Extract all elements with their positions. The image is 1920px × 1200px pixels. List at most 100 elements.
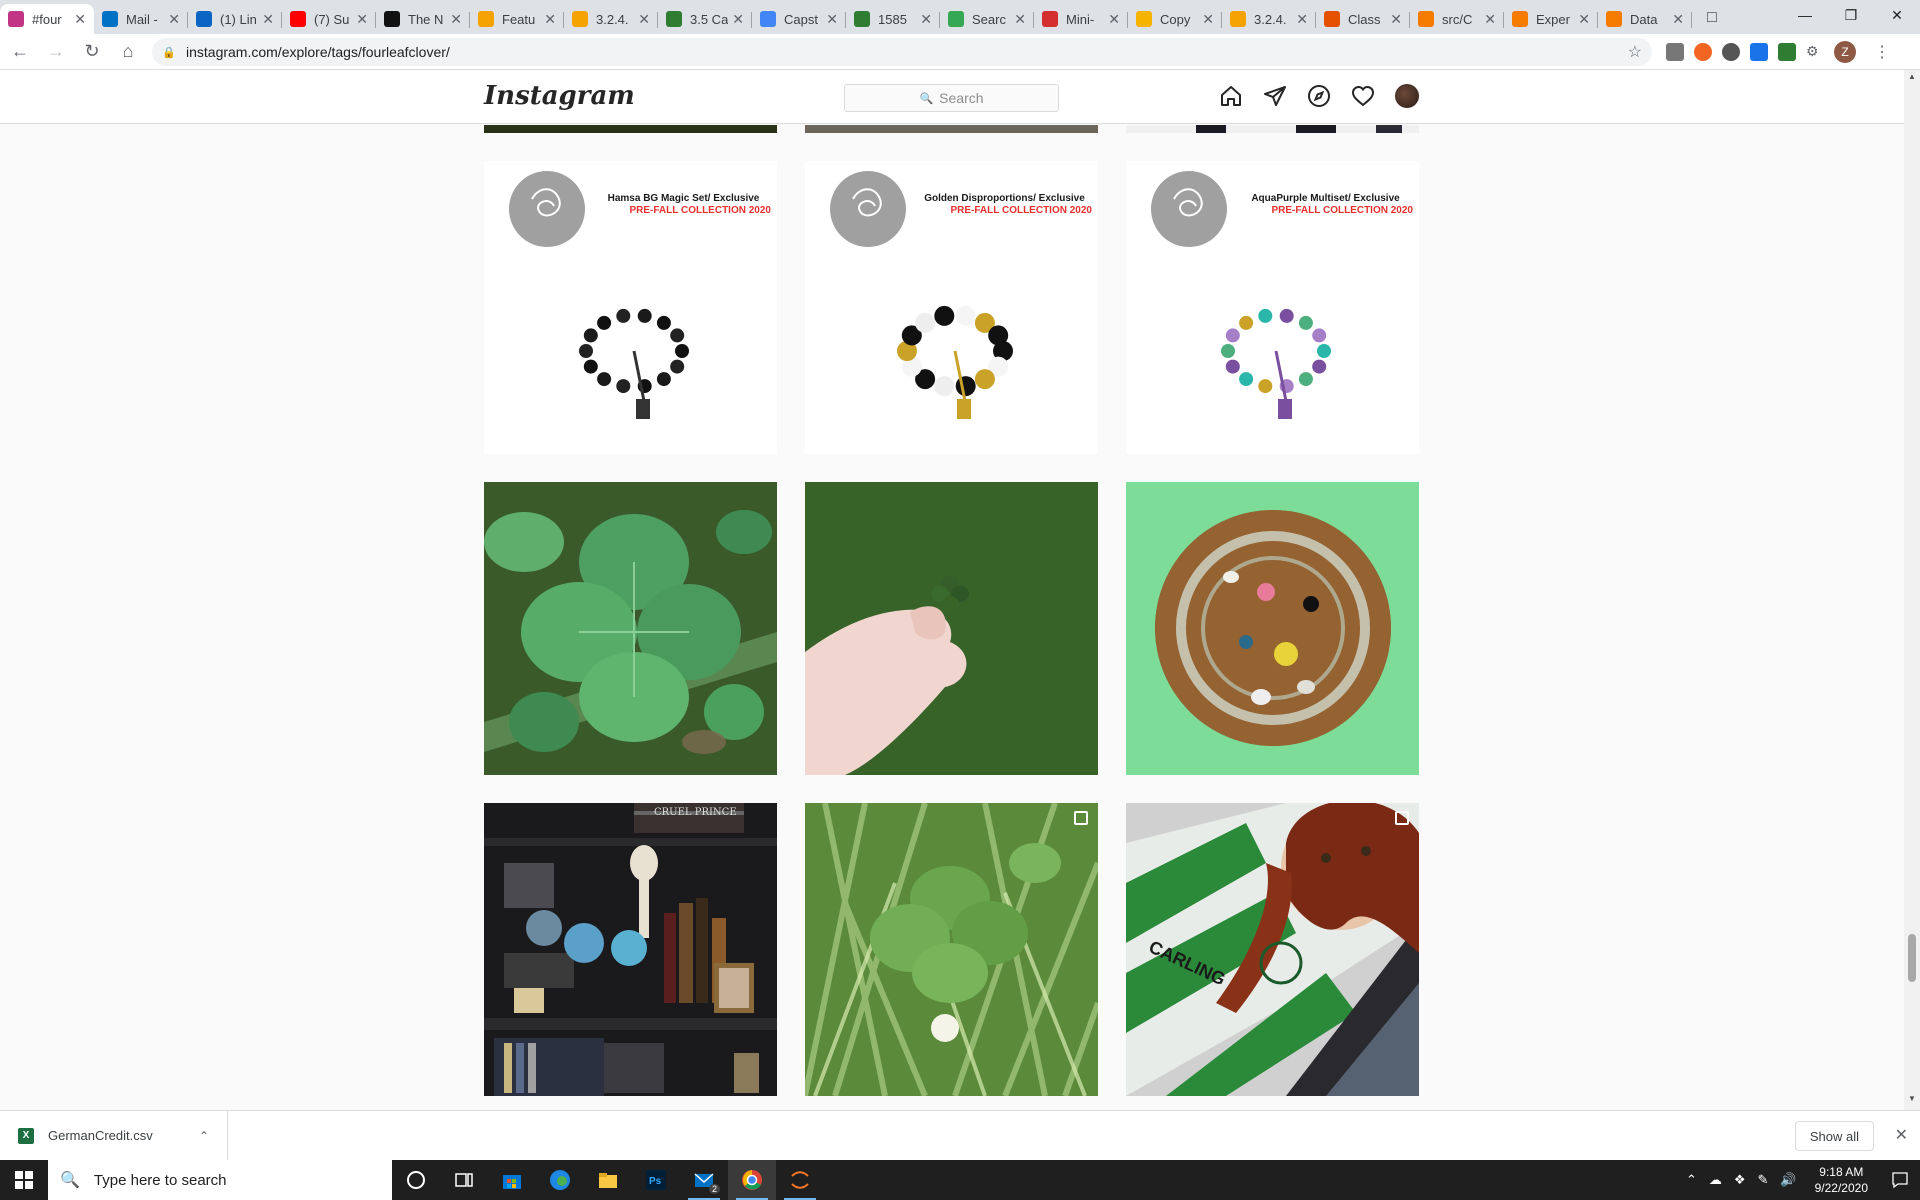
post-tile-partial[interactable] [1126,125,1419,133]
scrollbar-thumb[interactable] [1908,934,1916,982]
browser-tab[interactable]: 3.5 Ca ✕ [658,4,752,34]
explore-compass-icon[interactable] [1307,84,1331,108]
extension-g-icon[interactable] [1666,42,1684,61]
maximize-button[interactable]: ❐ [1828,0,1874,30]
photoshop-icon[interactable]: Ps [632,1160,680,1200]
browser-tab[interactable]: Mini- ✕ [1034,4,1128,34]
tab-close-icon[interactable]: ✕ [1202,11,1214,28]
browser-tab[interactable]: Featu ✕ [470,4,564,34]
cortana-icon[interactable] [392,1160,440,1200]
profile-avatar-icon[interactable] [1395,84,1419,108]
pen-icon[interactable]: ✎ [1758,1172,1769,1188]
tab-close-icon[interactable]: ✕ [1672,11,1684,28]
post-tile[interactable]: Hamsa BG Magic Set/ Exclusive PRE-FALL CO… [484,161,777,454]
browser-tab[interactable]: Exper ✕ [1504,4,1598,34]
browser-tab[interactable]: Capst ✕ [752,4,846,34]
tab-close-icon[interactable]: ✕ [1390,11,1402,28]
post-tile[interactable]: Golden Disproportions/ Exclusive PRE-FALL… [805,161,1098,454]
notifications-icon[interactable] [1880,1160,1920,1200]
tab-favicon-icon [102,11,118,27]
tab-close-icon[interactable]: ✕ [1108,11,1120,28]
browser-tab[interactable]: #four ✕ [0,4,94,34]
browser-tab[interactable]: 3.2.4. ✕ [1222,4,1316,34]
reload-button[interactable]: ↻ [76,36,108,68]
tab-close-icon[interactable]: ✕ [1296,11,1308,28]
direct-message-icon[interactable] [1263,84,1287,108]
browser-tab[interactable]: (7) Su ✕ [282,4,376,34]
onedrive-icon[interactable]: ☁ [1709,1172,1722,1188]
post-tile[interactable] [805,803,1098,1096]
profile-avatar[interactable]: Z [1834,40,1856,63]
browser-tab[interactable]: Mail - ✕ [94,4,188,34]
mail-icon[interactable]: 2 [680,1160,728,1200]
chrome-icon[interactable] [728,1160,776,1200]
extension-orange-icon[interactable] [1694,42,1712,61]
store-icon[interactable] [488,1160,536,1200]
scroll-up-arrow[interactable]: ▲ [1904,72,1920,86]
task-view-icon[interactable] [440,1160,488,1200]
browser-tab[interactable]: 1585 ✕ [846,4,940,34]
tab-close-icon[interactable]: ✕ [168,11,180,28]
tab-close-icon[interactable]: ✕ [1014,11,1026,28]
extension-green-icon[interactable] [1778,42,1796,61]
back-button[interactable]: ← [4,36,36,68]
file-explorer-icon[interactable] [584,1160,632,1200]
close-download-bar-icon[interactable]: ✕ [1895,1125,1908,1145]
browser-tab[interactable]: Copy ✕ [1128,4,1222,34]
post-tile[interactable] [1126,482,1419,775]
tab-close-icon[interactable]: ✕ [544,11,556,28]
post-tile[interactable] [484,482,777,775]
tab-close-icon[interactable]: ✕ [732,11,744,28]
tab-search-icon[interactable]: □ [1698,4,1726,32]
close-window-button[interactable]: ✕ [1874,0,1920,30]
browser-tab[interactable]: Class ✕ [1316,4,1410,34]
extension-blue-icon[interactable] [1750,42,1768,61]
browser-tab[interactable]: (1) Lin ✕ [188,4,282,34]
jupyter-icon[interactable] [776,1160,824,1200]
dropbox-icon[interactable]: ❖ [1734,1172,1746,1188]
volume-icon[interactable]: 🔊 [1780,1172,1796,1188]
browser-tab[interactable]: Data ✕ [1598,4,1692,34]
tab-close-icon[interactable]: ✕ [356,11,368,28]
instagram-search[interactable]: 🔍 Search [844,84,1059,112]
post-tile-partial[interactable] [484,125,777,133]
home-icon[interactable] [1219,84,1243,108]
show-hidden-icons-icon[interactable]: ⌃ [1686,1172,1697,1188]
download-item[interactable]: X GermanCredit.csv ⌃ [0,1110,228,1161]
browser-tab[interactable]: src/C ✕ [1410,4,1504,34]
tab-close-icon[interactable]: ✕ [1484,11,1496,28]
start-button[interactable] [0,1160,48,1200]
tab-close-icon[interactable]: ✕ [826,11,838,28]
instagram-logo[interactable]: Instagram [484,81,635,111]
post-tile[interactable]: CRUEL PRINCE [484,803,777,1096]
taskbar-search[interactable]: 🔍 Type here to search [48,1160,392,1200]
activity-heart-icon[interactable] [1351,84,1375,108]
bookmark-star-icon[interactable]: ☆ [1628,42,1642,62]
post-tile[interactable]: CARLING [1126,803,1419,1096]
edge-icon[interactable] [536,1160,584,1200]
extension-gray-icon[interactable] [1722,42,1740,61]
tab-close-icon[interactable]: ✕ [1578,11,1590,28]
show-all-button[interactable]: Show all [1794,1121,1874,1151]
extensions-puzzle-icon[interactable]: ⚙ [1806,43,1824,61]
post-tile-partial[interactable] [805,125,1098,133]
tab-close-icon[interactable]: ✕ [638,11,650,28]
clock[interactable]: 9:18 AM 9/22/2020 [1815,1164,1868,1196]
scroll-down-arrow[interactable]: ▼ [1904,1094,1920,1108]
minimize-button[interactable]: — [1782,0,1828,30]
home-button[interactable]: ⌂ [112,36,144,68]
browser-tab[interactable]: Searc ✕ [940,4,1034,34]
forward-button[interactable]: → [40,36,72,68]
tab-close-icon[interactable]: ✕ [450,11,462,28]
page-scrollbar[interactable]: ▲ ▼ [1904,70,1920,1110]
tab-close-icon[interactable]: ✕ [262,11,274,28]
browser-tab[interactable]: The N ✕ [376,4,470,34]
tab-close-icon[interactable]: ✕ [74,11,86,28]
chevron-up-icon[interactable]: ⌃ [199,1129,209,1143]
browser-menu-icon[interactable]: ⋮ [1874,42,1890,62]
address-bar[interactable]: 🔒 instagram.com/explore/tags/fourleafclo… [152,37,1652,66]
browser-tab[interactable]: 3.2.4. ✕ [564,4,658,34]
tab-close-icon[interactable]: ✕ [920,11,932,28]
post-tile[interactable] [805,482,1098,775]
post-tile[interactable]: AquaPurple Multiset/ Exclusive PRE-FALL C… [1126,161,1419,454]
